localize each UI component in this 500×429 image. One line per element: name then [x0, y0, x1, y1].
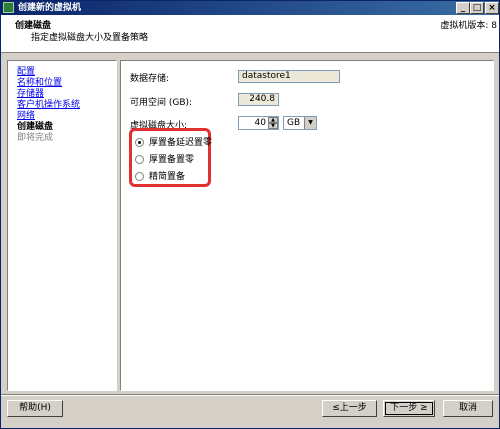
nav-step-configuration[interactable]: 配置 — [17, 67, 35, 77]
disk-size-stepper[interactable]: ▲ ▼ — [268, 117, 278, 129]
datastore-label: 数据存储: — [130, 74, 170, 84]
disk-unit-value: GB — [287, 118, 301, 128]
spin-down-icon[interactable]: ▼ — [268, 123, 278, 129]
radio-thick-eager-zeroed[interactable]: 厚置备置零 — [135, 154, 194, 166]
page-subtitle: 指定虚拟磁盘大小及置备策略 — [31, 33, 149, 43]
radio-thin-provision[interactable]: 精简置备 — [135, 171, 185, 183]
create-disk-panel: 数据存储: datastore1 可用空间 (GB): 240.8 虚拟磁盘大小… — [120, 60, 494, 391]
wizard-header: 创建磁盘 指定虚拟磁盘大小及置备策略 虚拟机版本: 8 — [1, 15, 499, 53]
close-button[interactable]: × — [485, 2, 499, 14]
nav-step-create-disk: 创建磁盘 — [17, 122, 54, 132]
title-bar[interactable]: 创建新的虚拟机 _ □ × — [1, 1, 499, 15]
wizard-steps-nav: 配置 名称和位置 存储器 客户机操作系统 网络 创建磁盘 即将完成 — [7, 60, 117, 391]
radio-thick-lazy-zeroed[interactable]: 厚置备延迟置零 — [135, 137, 212, 149]
disk-unit-select[interactable]: GB ▼ — [283, 116, 317, 130]
footer-divider — [1, 394, 499, 396]
back-button[interactable]: ≤上一步 — [322, 400, 377, 417]
radio-button[interactable] — [135, 155, 144, 164]
nav-step-storage[interactable]: 存储器 — [17, 89, 44, 99]
datastore-field: datastore1 — [238, 70, 340, 83]
nav-step-ready-to-complete: 即将完成 — [17, 133, 54, 143]
vm-version-label: 虚拟机版本: 8 — [440, 21, 497, 31]
nav-step-network[interactable]: 网络 — [17, 111, 35, 121]
minimize-button[interactable]: _ — [456, 2, 470, 14]
radio-button[interactable] — [135, 172, 144, 181]
chevron-down-icon[interactable]: ▼ — [304, 117, 316, 129]
radio-button-selected[interactable] — [135, 138, 144, 147]
next-button[interactable]: 下一步 ≥ — [383, 400, 435, 417]
radio-label-thick-lazy-zeroed: 厚置备延迟置零 — [149, 138, 213, 148]
radio-label-thin-provision: 精简置备 — [149, 172, 186, 182]
radio-label-thick-eager-zeroed: 厚置备置零 — [149, 155, 195, 165]
create-vm-window: 创建新的虚拟机 _ □ × 创建磁盘 指定虚拟磁盘大小及置备策略 虚拟机版本: … — [0, 0, 500, 429]
nav-step-name-location[interactable]: 名称和位置 — [17, 78, 62, 88]
window-title: 创建新的虚拟机 — [18, 3, 82, 13]
free-space-field: 240.8 — [238, 93, 279, 106]
cancel-button[interactable]: 取消 — [443, 400, 493, 417]
vm-app-icon — [3, 2, 14, 13]
free-space-label: 可用空间 (GB): — [130, 98, 193, 108]
help-button[interactable]: 帮助(H) — [7, 400, 63, 417]
maximize-button[interactable]: □ — [470, 2, 484, 14]
nav-step-guest-os[interactable]: 客户机操作系统 — [17, 100, 80, 110]
